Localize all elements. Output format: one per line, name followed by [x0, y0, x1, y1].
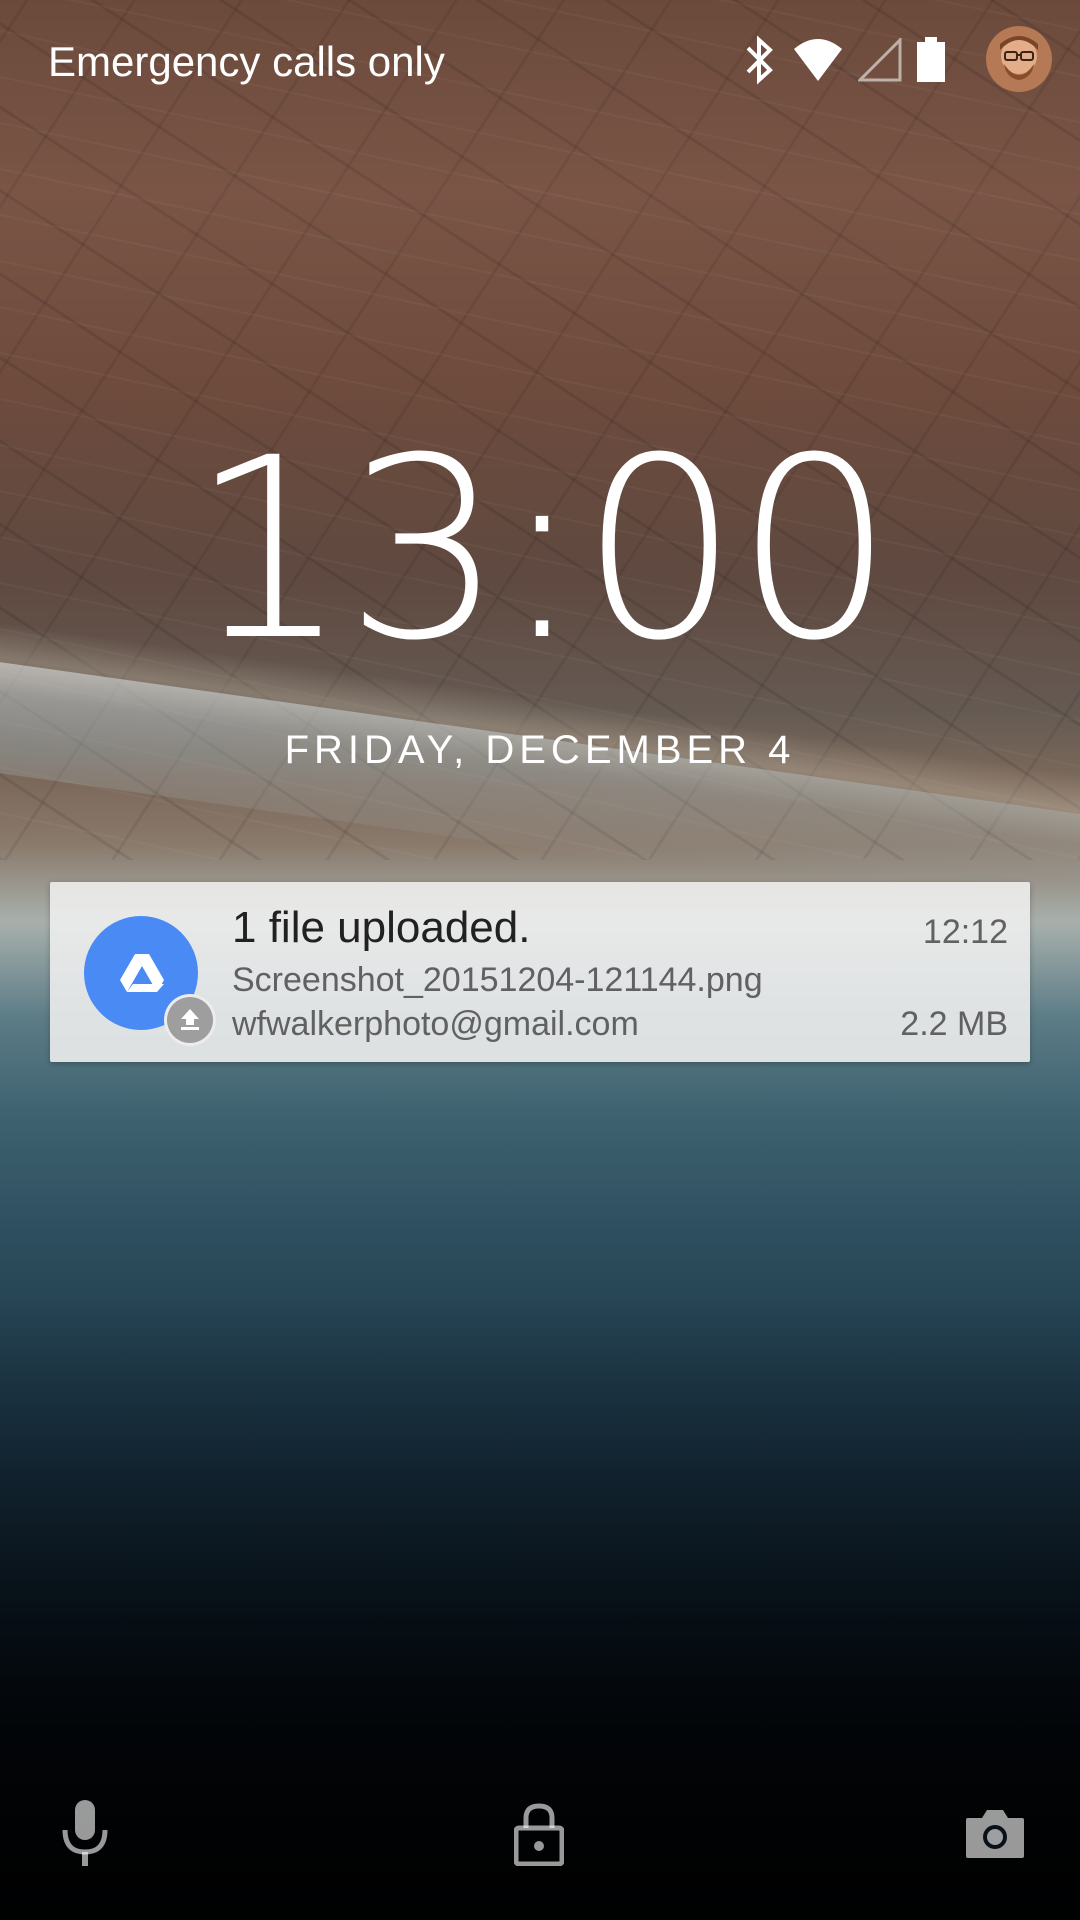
- cellular-signal-icon: [856, 36, 902, 86]
- notification-file-name: Screenshot_20151204-121144.png: [232, 961, 763, 999]
- status-bar: Emergency calls only: [0, 0, 1080, 120]
- lockscreen-date: FRIDAY, DECEMBER 4: [284, 728, 796, 772]
- battery-icon: [916, 37, 946, 87]
- carrier-text: Emergency calls only: [48, 38, 445, 85]
- upload-notification[interactable]: 1 file uploaded. 12:12 Screenshot_201512…: [50, 882, 1030, 1062]
- wifi-icon: [792, 37, 844, 87]
- notification-account: wfwalkerphoto@gmail.com: [232, 1005, 639, 1043]
- status-icons: [742, 30, 960, 94]
- camera-icon[interactable]: [964, 1806, 1026, 1864]
- lockscreen-clock: 13:00: [189, 404, 894, 695]
- lock-screen: Emergency calls only 13:00 FRIDAY, DECEM…: [0, 0, 1080, 1920]
- notification-file-size: 2.2 MB: [900, 1005, 1008, 1043]
- lock-icon[interactable]: [513, 1802, 565, 1870]
- notification-title: 1 file uploaded.: [232, 903, 531, 952]
- bluetooth-icon: [742, 34, 778, 90]
- microphone-icon[interactable]: [60, 1800, 110, 1872]
- user-avatar[interactable]: [986, 26, 1052, 92]
- notification-time: 12:12: [922, 913, 1008, 951]
- upload-icon: [164, 994, 216, 1046]
